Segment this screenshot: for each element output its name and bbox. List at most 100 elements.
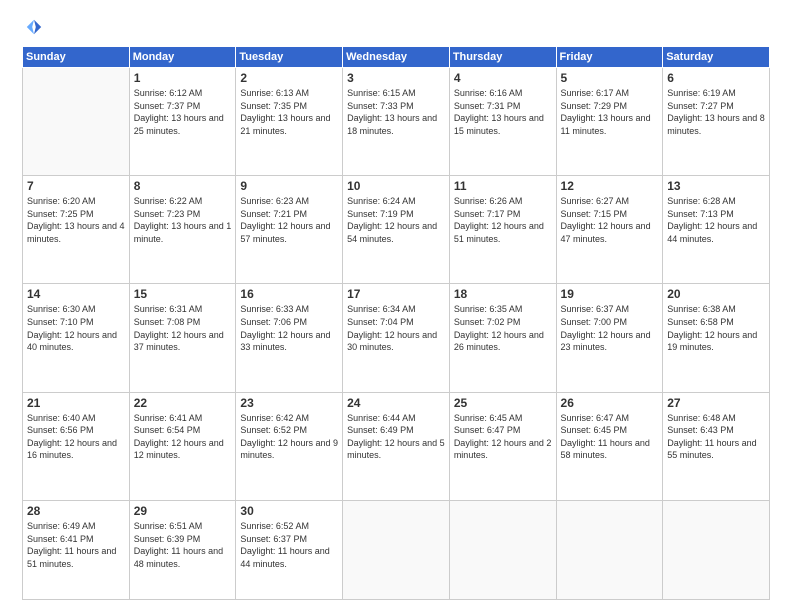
day-info: Sunrise: 6:40 AMSunset: 6:56 PMDaylight:… <box>27 412 125 462</box>
calendar-cell: 26 Sunrise: 6:47 AMSunset: 6:45 PMDayligh… <box>556 392 663 500</box>
day-info: Sunrise: 6:38 AMSunset: 6:58 PMDaylight:… <box>667 303 765 353</box>
day-info: Sunrise: 6:52 AMSunset: 6:37 PMDaylight:… <box>240 520 338 570</box>
calendar-cell: 10 Sunrise: 6:24 AMSunset: 7:19 PMDayligh… <box>343 176 450 284</box>
calendar-cell: 18Sunrise: 6:35 AMSunset: 7:02 PMDayligh… <box>449 284 556 392</box>
day-number: 14 <box>27 287 125 301</box>
day-info: Sunrise: 6:20 AMSunset: 7:25 PMDaylight:… <box>27 195 125 245</box>
calendar-cell: 29Sunrise: 6:51 AMSunset: 6:39 PMDayligh… <box>129 500 236 599</box>
day-number: 26 <box>561 396 659 410</box>
calendar-week-row: 21 Sunrise: 6:40 AMSunset: 6:56 PMDayligh… <box>23 392 770 500</box>
day-info: Sunrise: 6:42 AMSunset: 6:52 PMDaylight:… <box>240 412 338 462</box>
day-number: 21 <box>27 396 125 410</box>
calendar-cell: 8Sunrise: 6:22 AMSunset: 7:23 PMDaylight… <box>129 176 236 284</box>
day-number: 5 <box>561 71 659 85</box>
day-info: Sunrise: 6:48 AMSunset: 6:43 PMDaylight:… <box>667 412 765 462</box>
day-info: Sunrise: 6:34 AMSunset: 7:04 PMDaylight:… <box>347 303 445 353</box>
day-info: Sunrise: 6:24 AMSunset: 7:19 PMDaylight:… <box>347 195 445 245</box>
day-number: 17 <box>347 287 445 301</box>
day-info: Sunrise: 6:31 AMSunset: 7:08 PMDaylight:… <box>134 303 232 353</box>
day-number: 28 <box>27 504 125 518</box>
day-number: 30 <box>240 504 338 518</box>
day-info: Sunrise: 6:41 AMSunset: 6:54 PMDaylight:… <box>134 412 232 462</box>
calendar-cell: 15 Sunrise: 6:31 AMSunset: 7:08 PMDayligh… <box>129 284 236 392</box>
day-info: Sunrise: 6:12 AMSunset: 7:37 PMDaylight:… <box>134 87 232 137</box>
day-info: Sunrise: 6:45 AMSunset: 6:47 PMDaylight:… <box>454 412 552 462</box>
weekday-header-sunday: Sunday <box>23 47 130 68</box>
day-info: Sunrise: 6:17 AMSunset: 7:29 PMDaylight:… <box>561 87 659 137</box>
day-number: 9 <box>240 179 338 193</box>
day-info: Sunrise: 6:23 AMSunset: 7:21 PMDaylight:… <box>240 195 338 245</box>
day-number: 27 <box>667 396 765 410</box>
weekday-header-tuesday: Tuesday <box>236 47 343 68</box>
calendar-cell <box>663 500 770 599</box>
day-info: Sunrise: 6:22 AMSunset: 7:23 PMDaylight:… <box>134 195 232 245</box>
day-info: Sunrise: 6:28 AMSunset: 7:13 PMDaylight:… <box>667 195 765 245</box>
day-number: 19 <box>561 287 659 301</box>
calendar-cell: 11Sunrise: 6:26 AMSunset: 7:17 PMDayligh… <box>449 176 556 284</box>
day-info: Sunrise: 6:27 AMSunset: 7:15 PMDaylight:… <box>561 195 659 245</box>
day-info: Sunrise: 6:13 AMSunset: 7:35 PMDaylight:… <box>240 87 338 137</box>
day-number: 18 <box>454 287 552 301</box>
calendar-week-row: 7Sunrise: 6:20 AMSunset: 7:25 PMDaylight… <box>23 176 770 284</box>
weekday-header-wednesday: Wednesday <box>343 47 450 68</box>
calendar-cell: 28 Sunrise: 6:49 AMSunset: 6:41 PMDayligh… <box>23 500 130 599</box>
calendar-table: SundayMondayTuesdayWednesdayThursdayFrid… <box>22 46 770 600</box>
day-number: 12 <box>561 179 659 193</box>
calendar-cell: 12 Sunrise: 6:27 AMSunset: 7:15 PMDayligh… <box>556 176 663 284</box>
calendar-cell: 1 Sunrise: 6:12 AMSunset: 7:37 PMDaylight… <box>129 68 236 176</box>
day-number: 22 <box>134 396 232 410</box>
logo <box>22 18 43 36</box>
weekday-header-friday: Friday <box>556 47 663 68</box>
day-info: Sunrise: 6:30 AMSunset: 7:10 PMDaylight:… <box>27 303 125 353</box>
day-info: Sunrise: 6:49 AMSunset: 6:41 PMDaylight:… <box>27 520 125 570</box>
calendar-cell: 2 Sunrise: 6:13 AMSunset: 7:35 PMDaylight… <box>236 68 343 176</box>
calendar-cell: 6 Sunrise: 6:19 AMSunset: 7:27 PMDaylight… <box>663 68 770 176</box>
day-number: 4 <box>454 71 552 85</box>
calendar-cell: 9 Sunrise: 6:23 AMSunset: 7:21 PMDaylight… <box>236 176 343 284</box>
calendar-cell: 13 Sunrise: 6:28 AMSunset: 7:13 PMDayligh… <box>663 176 770 284</box>
calendar-cell <box>449 500 556 599</box>
calendar-cell: 14 Sunrise: 6:30 AMSunset: 7:10 PMDayligh… <box>23 284 130 392</box>
day-number: 24 <box>347 396 445 410</box>
calendar-cell: 23 Sunrise: 6:42 AMSunset: 6:52 PMDayligh… <box>236 392 343 500</box>
calendar-cell: 5 Sunrise: 6:17 AMSunset: 7:29 PMDaylight… <box>556 68 663 176</box>
calendar-cell: 25 Sunrise: 6:45 AMSunset: 6:47 PMDayligh… <box>449 392 556 500</box>
calendar-cell: 21 Sunrise: 6:40 AMSunset: 6:56 PMDayligh… <box>23 392 130 500</box>
day-number: 10 <box>347 179 445 193</box>
page: SundayMondayTuesdayWednesdayThursdayFrid… <box>0 0 792 612</box>
day-number: 2 <box>240 71 338 85</box>
day-info: Sunrise: 6:33 AMSunset: 7:06 PMDaylight:… <box>240 303 338 353</box>
calendar-cell: 4Sunrise: 6:16 AMSunset: 7:31 PMDaylight… <box>449 68 556 176</box>
day-info: Sunrise: 6:47 AMSunset: 6:45 PMDaylight:… <box>561 412 659 462</box>
calendar-cell: 3 Sunrise: 6:15 AMSunset: 7:33 PMDaylight… <box>343 68 450 176</box>
weekday-header-row: SundayMondayTuesdayWednesdayThursdayFrid… <box>23 47 770 68</box>
calendar-cell: 20 Sunrise: 6:38 AMSunset: 6:58 PMDayligh… <box>663 284 770 392</box>
day-number: 13 <box>667 179 765 193</box>
calendar-cell: 16 Sunrise: 6:33 AMSunset: 7:06 PMDayligh… <box>236 284 343 392</box>
calendar-week-row: 14 Sunrise: 6:30 AMSunset: 7:10 PMDayligh… <box>23 284 770 392</box>
calendar-cell <box>343 500 450 599</box>
calendar-cell: 17 Sunrise: 6:34 AMSunset: 7:04 PMDayligh… <box>343 284 450 392</box>
day-number: 6 <box>667 71 765 85</box>
day-info: Sunrise: 6:15 AMSunset: 7:33 PMDaylight:… <box>347 87 445 137</box>
day-number: 23 <box>240 396 338 410</box>
day-number: 3 <box>347 71 445 85</box>
day-number: 1 <box>134 71 232 85</box>
calendar-cell: 27 Sunrise: 6:48 AMSunset: 6:43 PMDayligh… <box>663 392 770 500</box>
day-number: 11 <box>454 179 552 193</box>
day-number: 25 <box>454 396 552 410</box>
calendar-week-row: 28 Sunrise: 6:49 AMSunset: 6:41 PMDayligh… <box>23 500 770 599</box>
day-info: Sunrise: 6:19 AMSunset: 7:27 PMDaylight:… <box>667 87 765 137</box>
day-number: 29 <box>134 504 232 518</box>
calendar-cell: 19Sunrise: 6:37 AMSunset: 7:00 PMDayligh… <box>556 284 663 392</box>
logo-icon <box>25 18 43 36</box>
day-number: 15 <box>134 287 232 301</box>
header <box>22 18 770 36</box>
calendar-cell: 22 Sunrise: 6:41 AMSunset: 6:54 PMDayligh… <box>129 392 236 500</box>
weekday-header-thursday: Thursday <box>449 47 556 68</box>
day-number: 16 <box>240 287 338 301</box>
day-number: 20 <box>667 287 765 301</box>
calendar-week-row: 1 Sunrise: 6:12 AMSunset: 7:37 PMDaylight… <box>23 68 770 176</box>
calendar-cell: 30 Sunrise: 6:52 AMSunset: 6:37 PMDayligh… <box>236 500 343 599</box>
day-info: Sunrise: 6:44 AMSunset: 6:49 PMDaylight:… <box>347 412 445 462</box>
